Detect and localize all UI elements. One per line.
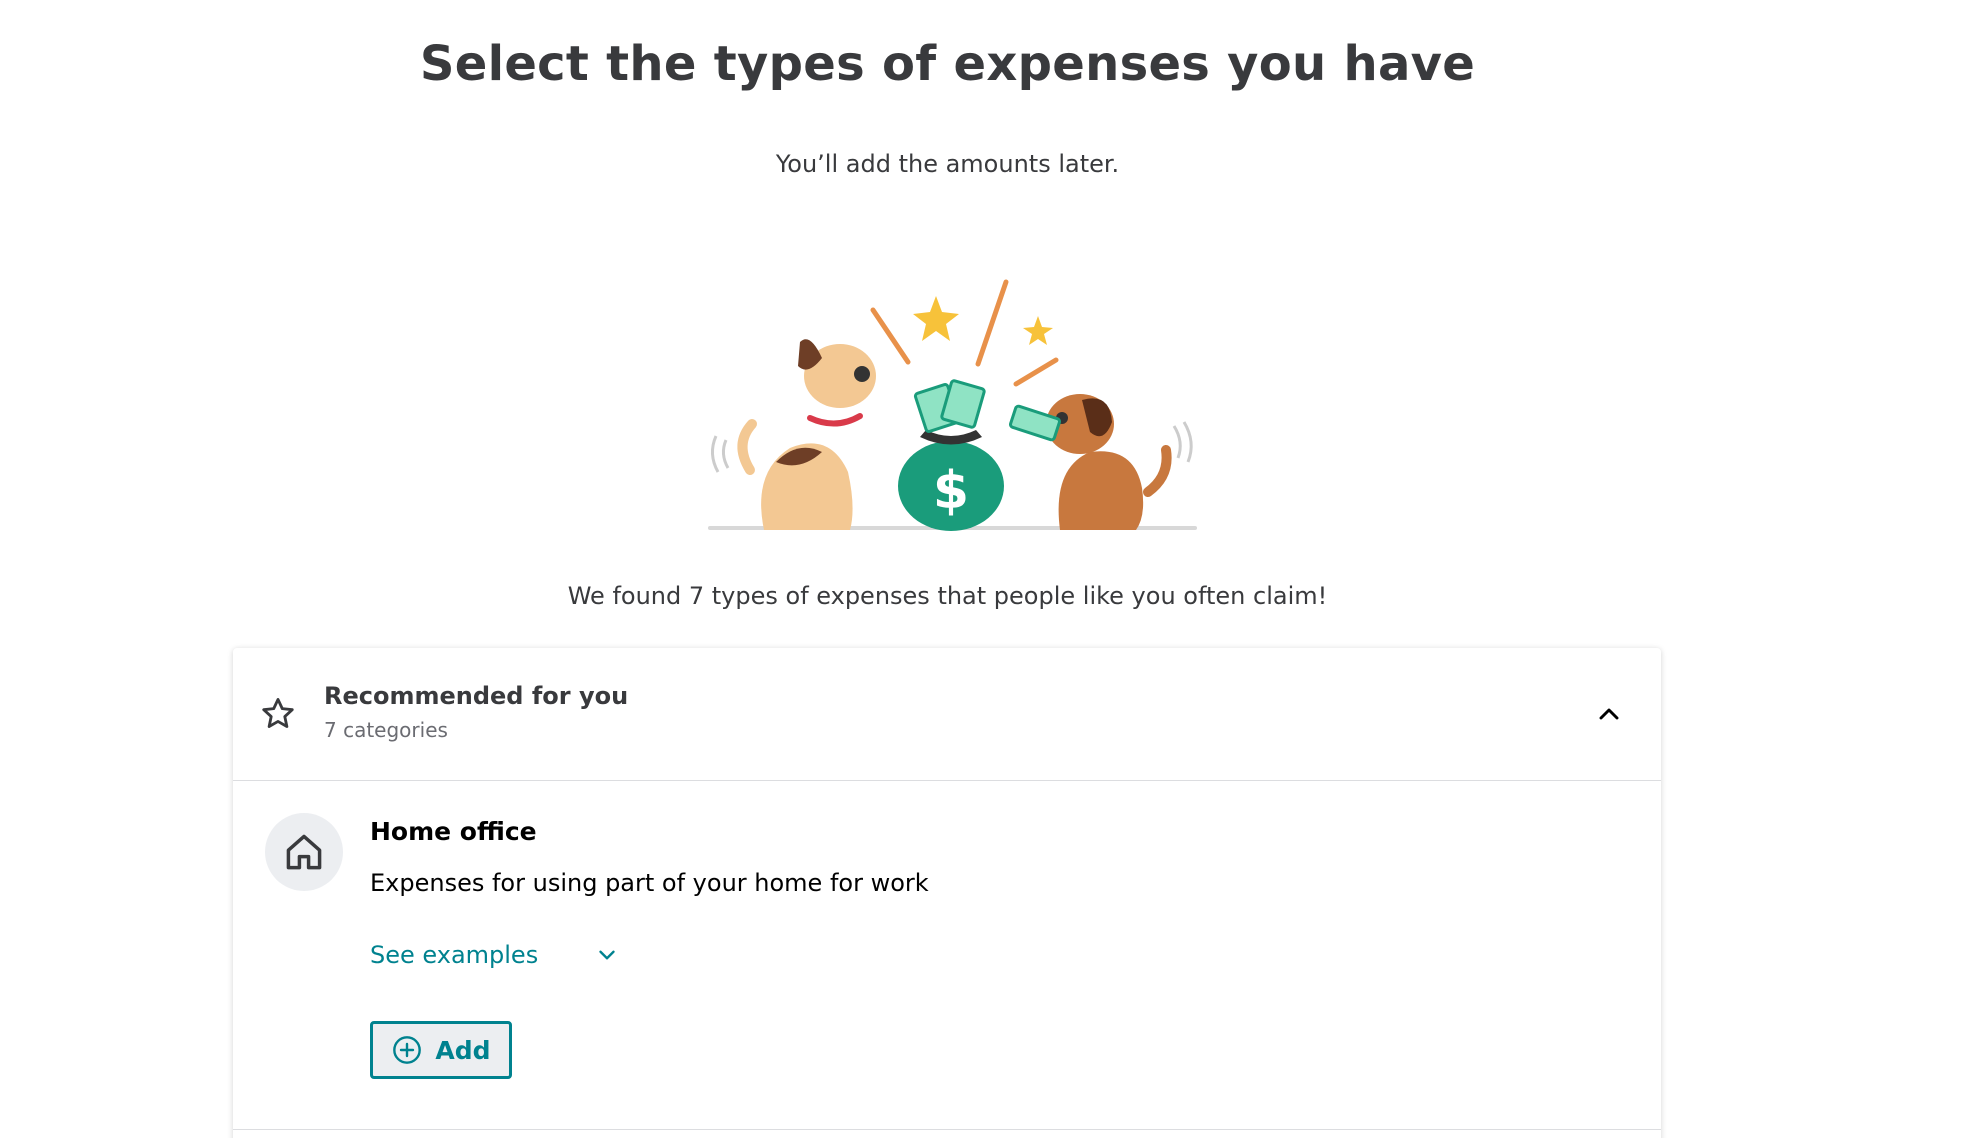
chevron-up-icon[interactable] bbox=[1593, 698, 1625, 730]
recommended-title: Recommended for you bbox=[324, 682, 629, 710]
item-title: Home office bbox=[370, 817, 537, 846]
see-examples-label: See examples bbox=[370, 941, 539, 969]
plus-circle-icon bbox=[393, 1036, 422, 1064]
item-icon-circle bbox=[265, 813, 343, 891]
item-description: Expenses for using part of your home for… bbox=[370, 869, 929, 897]
page-subtitle: You’ll add the amounts later. bbox=[775, 150, 1120, 178]
found-expenses-text: We found 7 types of expenses that people… bbox=[567, 582, 1328, 610]
dogs-money-bag-illustration: $ bbox=[708, 279, 1197, 531]
expense-item-home-office: Home office Expenses for using part of y… bbox=[233, 781, 1661, 1130]
add-button-label: Add bbox=[435, 1035, 491, 1065]
page: Select the types of expenses you have Yo… bbox=[0, 0, 1980, 1138]
recommended-card: Recommended for you 7 categories Home of… bbox=[233, 648, 1661, 1138]
add-button[interactable]: Add bbox=[370, 1021, 512, 1079]
chevron-down-icon bbox=[599, 950, 615, 960]
recommended-header[interactable]: Recommended for you 7 categories bbox=[233, 648, 1661, 781]
page-title: Select the types of expenses you have bbox=[419, 36, 1476, 92]
star-icon bbox=[262, 698, 294, 728]
see-examples-link[interactable]: See examples bbox=[370, 941, 620, 969]
category-count: 7 categories bbox=[324, 718, 448, 742]
house-icon bbox=[286, 834, 322, 870]
svg-text:$: $ bbox=[933, 461, 969, 521]
